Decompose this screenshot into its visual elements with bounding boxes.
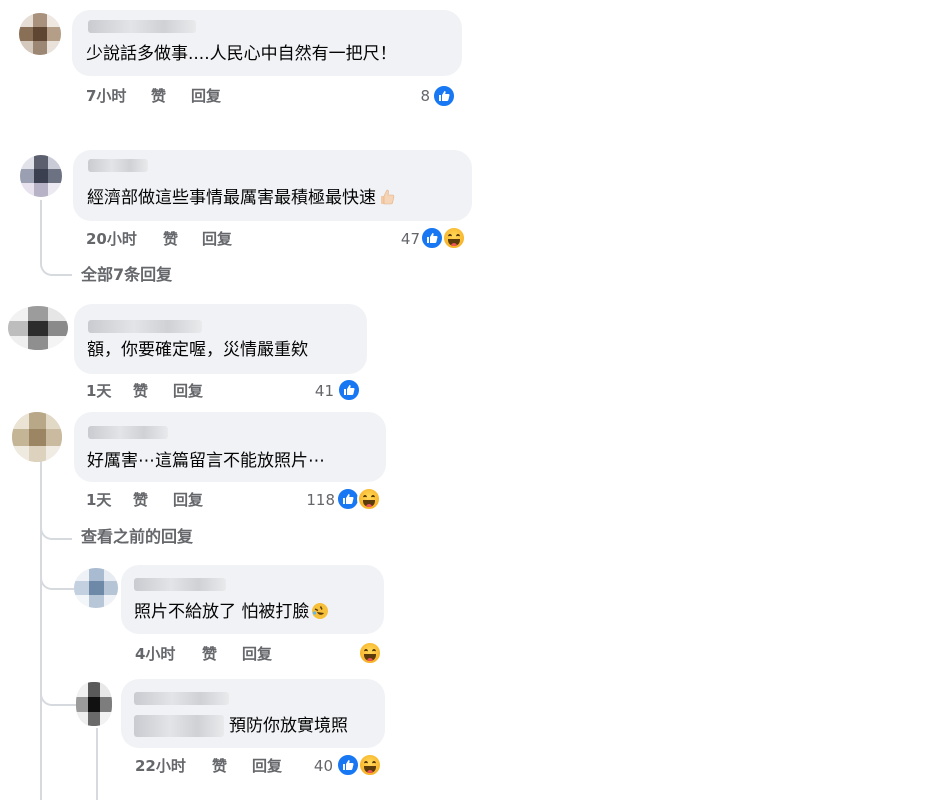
- like-reaction-icon[interactable]: [432, 84, 456, 108]
- avatar[interactable]: [12, 412, 62, 462]
- reply-button[interactable]: 回复: [191, 87, 221, 105]
- comment-bubble: 少說話多做事....人民心中自然有一把尺！: [72, 10, 462, 76]
- thread-connector: [40, 250, 72, 276]
- thread-connector: [40, 568, 76, 590]
- reply-button[interactable]: 回复: [173, 382, 203, 400]
- reaction-count[interactable]: 41: [304, 382, 334, 400]
- mention-blurred[interactable]: [134, 715, 224, 737]
- avatar[interactable]: [19, 13, 61, 55]
- author-name-blurred[interactable]: [88, 320, 202, 333]
- author-name-blurred[interactable]: [134, 692, 229, 705]
- avatar[interactable]: [8, 306, 68, 350]
- comment-text: 照片不給放了 怕被打臉: [134, 601, 329, 623]
- thread-connector: [40, 682, 76, 706]
- reply-bubble: 照片不給放了 怕被打臉: [121, 565, 384, 634]
- reaction-count[interactable]: 40: [303, 757, 333, 775]
- author-name-blurred[interactable]: [88, 20, 196, 33]
- reply-bubble: 預防你放實境照: [121, 679, 385, 748]
- comment-bubble: 好厲害⋯這篇留言不能放照片⋯: [74, 412, 386, 482]
- comment-text: 少說話多做事....人民心中自然有一把尺！: [86, 44, 397, 64]
- comment-time[interactable]: 20小时: [86, 230, 137, 248]
- thread-line: [96, 728, 98, 800]
- avatar[interactable]: [74, 568, 118, 608]
- like-reaction-icon[interactable]: [336, 753, 360, 777]
- comment-text: 好厲害⋯這篇留言不能放照片⋯: [87, 451, 325, 471]
- rofl-emoji-icon: [311, 602, 329, 620]
- reply-button[interactable]: 回复: [173, 491, 203, 509]
- author-name-blurred[interactable]: [88, 426, 168, 439]
- reaction-count[interactable]: 47: [390, 230, 420, 248]
- comment-text-body: 照片不給放了 怕被打臉: [134, 602, 310, 622]
- like-button[interactable]: 赞: [212, 757, 227, 775]
- thumbs-up-emoji-icon: [378, 188, 396, 206]
- haha-reaction-icon[interactable]: [358, 753, 382, 777]
- reply-button[interactable]: 回复: [252, 757, 282, 775]
- comment-bubble: 額，你要確定喔，災情嚴重欸: [74, 304, 367, 374]
- like-reaction-icon[interactable]: [337, 378, 361, 402]
- comment-text: 預防你放實境照: [229, 716, 348, 736]
- like-button[interactable]: 赞: [163, 230, 178, 248]
- avatar[interactable]: [76, 682, 112, 726]
- reaction-count[interactable]: 8: [400, 87, 430, 105]
- reply-button[interactable]: 回复: [202, 230, 232, 248]
- comment-text: 經濟部做這些事情最厲害最積極最快速: [87, 187, 396, 209]
- avatar[interactable]: [20, 155, 62, 197]
- author-name-blurred[interactable]: [134, 578, 226, 591]
- comment-time[interactable]: 1天: [86, 491, 111, 509]
- haha-reaction-icon[interactable]: [358, 641, 382, 665]
- like-button[interactable]: 赞: [133, 382, 148, 400]
- like-button[interactable]: 赞: [133, 491, 148, 509]
- reply-button[interactable]: 回复: [242, 645, 272, 663]
- haha-reaction-icon[interactable]: [357, 487, 381, 511]
- like-button[interactable]: 赞: [202, 645, 217, 663]
- view-previous-replies-link[interactable]: 查看之前的回复: [81, 528, 193, 546]
- reply-time[interactable]: 22小时: [135, 757, 186, 775]
- comment-time[interactable]: 1天: [86, 382, 111, 400]
- haha-reaction-icon[interactable]: [442, 226, 466, 250]
- comment-time[interactable]: 7小时: [86, 87, 126, 105]
- thread-line: [40, 460, 42, 800]
- author-name-blurred[interactable]: [88, 159, 148, 172]
- view-all-replies-link[interactable]: 全部7条回复: [81, 266, 172, 284]
- reply-time[interactable]: 4小时: [135, 645, 175, 663]
- like-button[interactable]: 赞: [151, 87, 166, 105]
- comment-bubble: 經濟部做這些事情最厲害最積極最快速: [73, 150, 472, 221]
- comment-text: 額，你要確定喔，災情嚴重欸: [87, 340, 308, 360]
- comment-text-body: 經濟部做這些事情最厲害最積極最快速: [87, 188, 376, 208]
- thread-connector: [40, 516, 72, 540]
- like-reaction-icon[interactable]: [420, 226, 444, 250]
- reaction-count[interactable]: 118: [300, 491, 335, 509]
